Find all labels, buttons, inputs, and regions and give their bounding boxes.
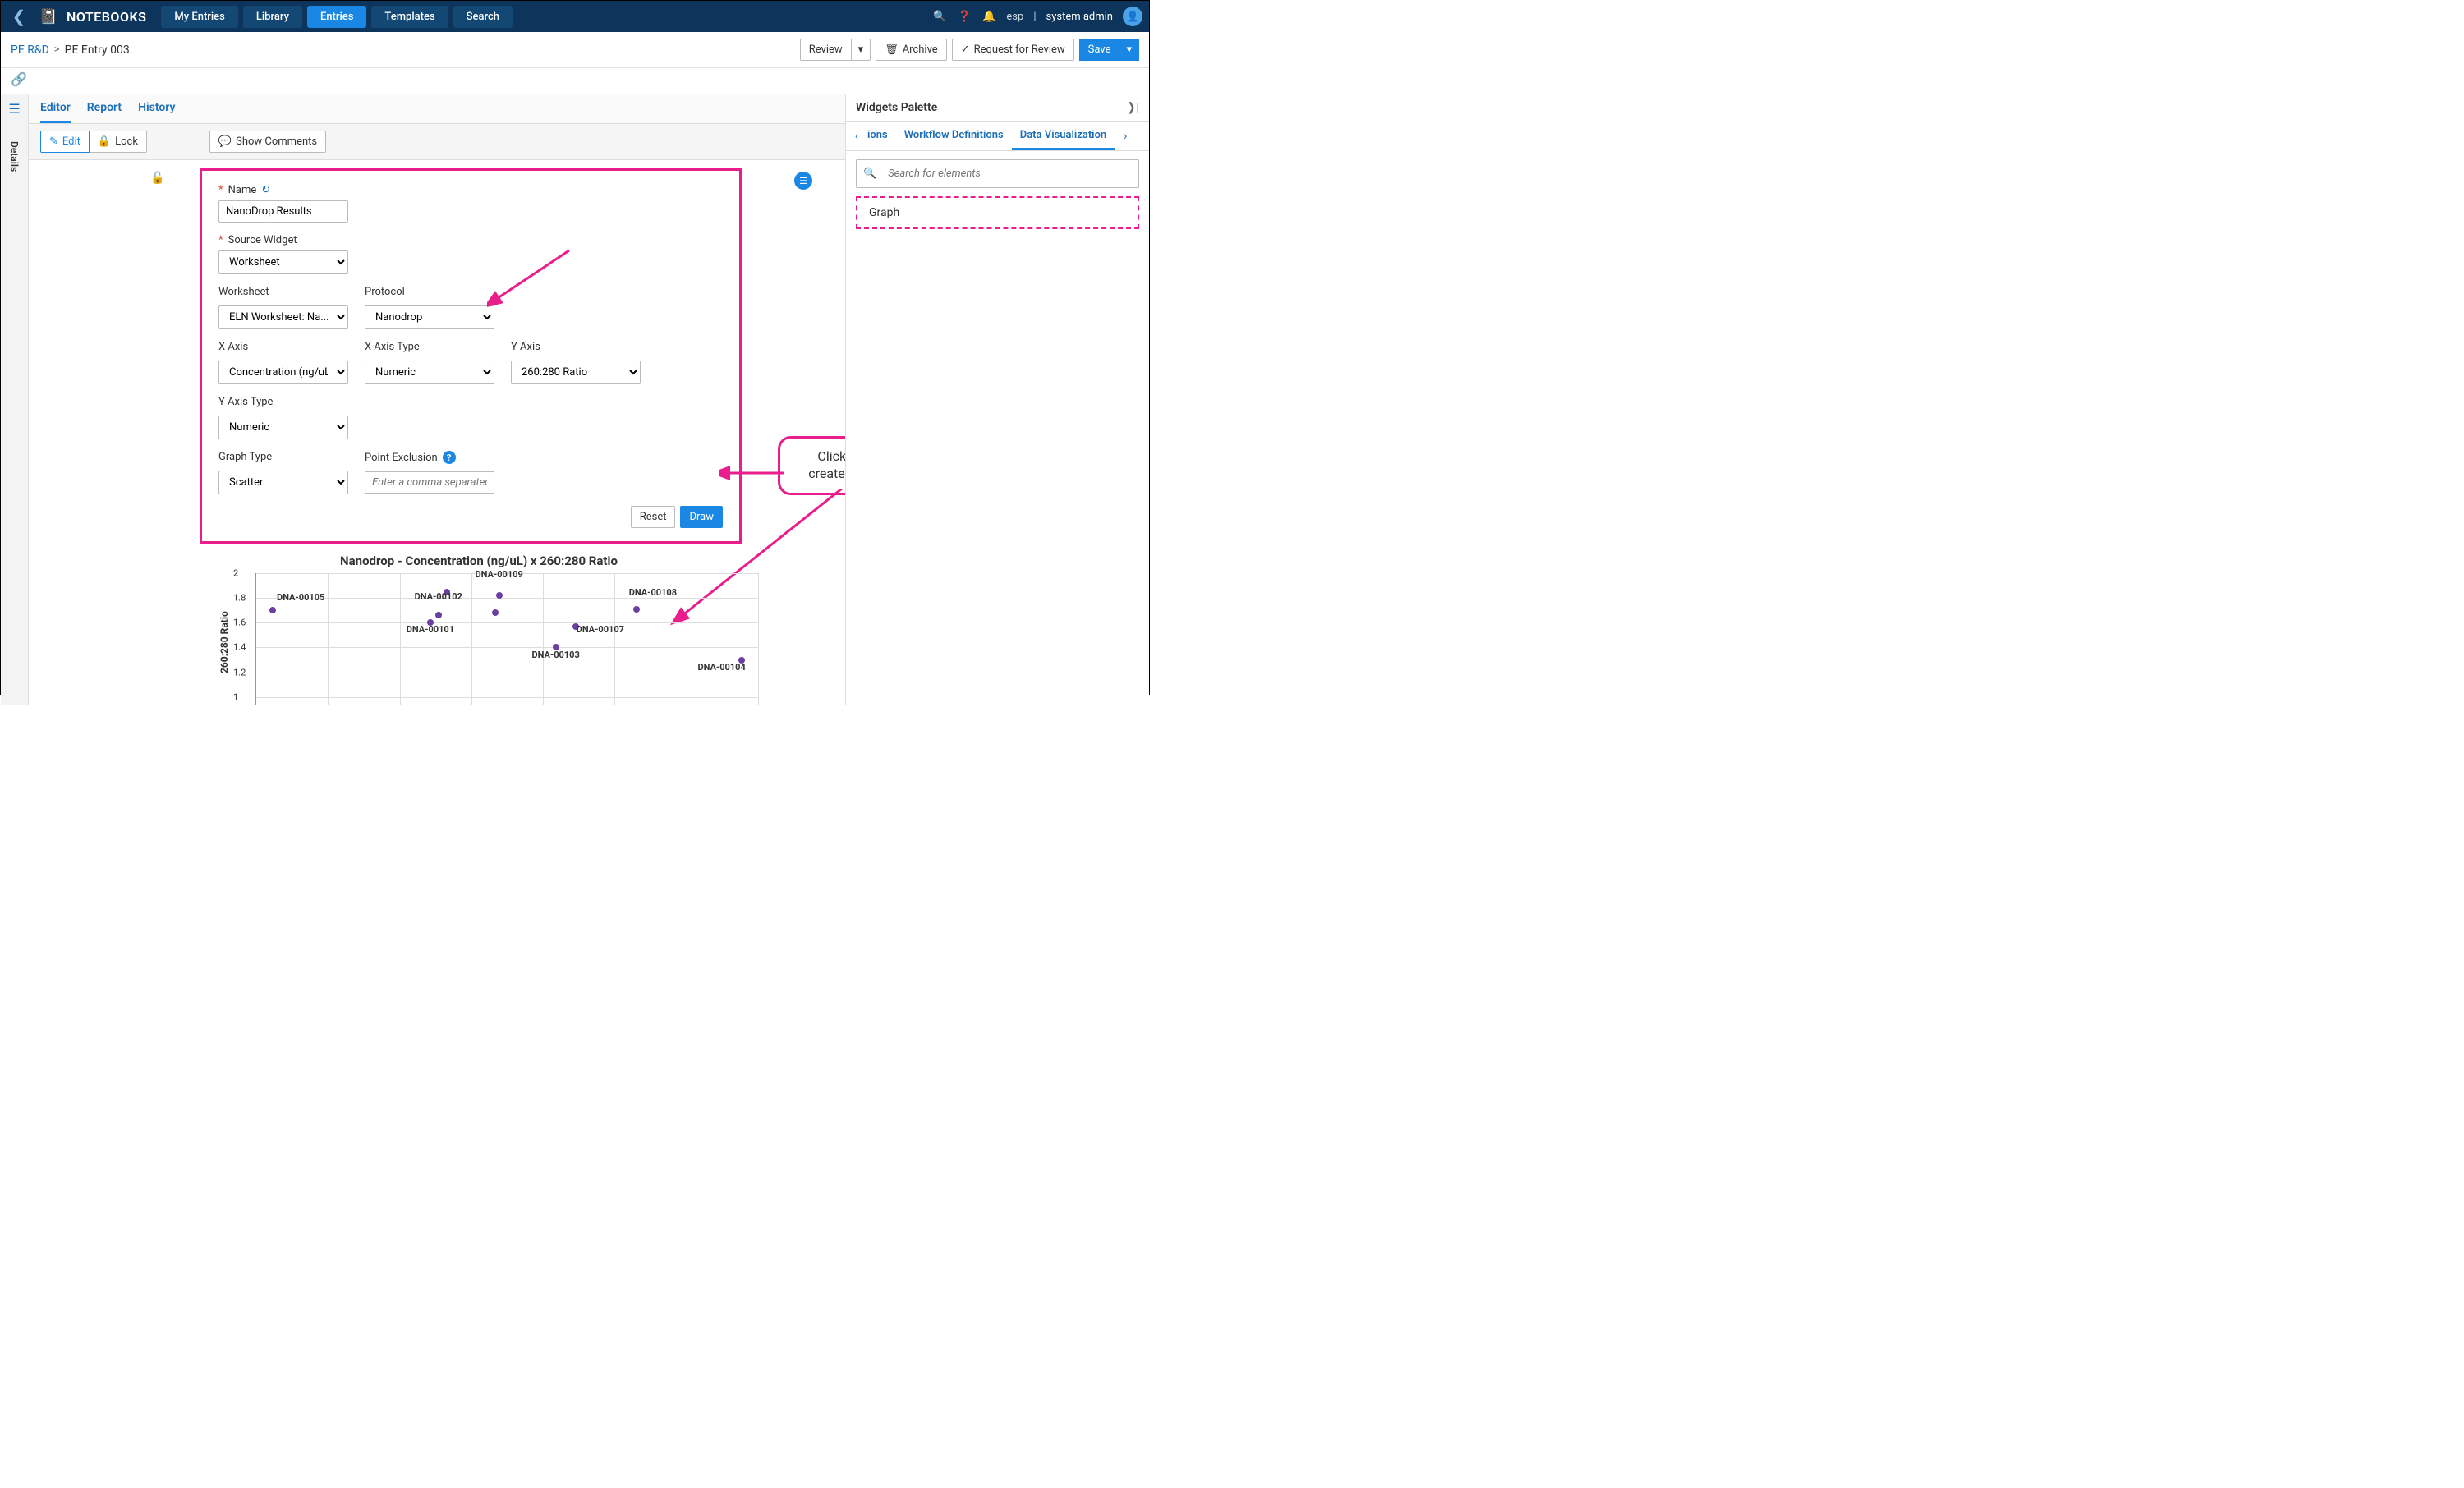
breadcrumb-current: PE Entry 003 [65, 44, 130, 57]
request-review-button[interactable]: ✓Request for Review [952, 39, 1074, 61]
breadcrumb-parent[interactable]: PE R&D [11, 44, 49, 57]
widgets-palette-panel: Widgets Palette ❭| ‹ ions Workflow Defini… [845, 94, 1149, 705]
unlock-icon: 🔓 [150, 172, 164, 185]
tab-report[interactable]: Report [87, 94, 122, 123]
review-caret[interactable]: ▾ [852, 39, 871, 61]
palette-title: Widgets Palette [856, 101, 937, 114]
editor-toolbar: ✎Edit 🔒Lock 💬Show Comments [29, 124, 845, 160]
worksheet-select[interactable]: ELN Worksheet: Na... [218, 305, 348, 329]
point-label: DNA-00102 [415, 591, 462, 602]
scroll-right-icon[interactable]: › [1115, 130, 1136, 143]
reset-button[interactable]: Reset [631, 506, 676, 528]
point-label: DNA-00104 [697, 662, 745, 673]
chart-ylabel: 260:280 Ratio [218, 611, 230, 673]
scatter-point[interactable] [496, 592, 503, 599]
chart-area: Nanodrop - Concentration (ng/uL) x 260:2… [200, 553, 758, 705]
link-icon[interactable]: 🔗 [11, 71, 27, 87]
name-label: Name [228, 184, 257, 196]
help-icon[interactable]: ❓ [957, 9, 972, 24]
nav-entries[interactable]: Entries [307, 6, 366, 28]
refresh-icon[interactable]: ↻ [261, 184, 270, 196]
top-nav: My Entries Library Entries Templates Sea… [161, 6, 513, 28]
point-exclusion-input[interactable] [365, 471, 494, 494]
graph-type-select[interactable]: Scatter [218, 471, 348, 494]
chart-title: Nanodrop - Concentration (ng/uL) x 260:2… [200, 553, 758, 568]
breadcrumb-bar: PE R&D > PE Entry 003 Review ▾ 🗑Archive … [1, 32, 1149, 68]
details-sidebar: ☰ Details [1, 94, 29, 705]
callout-click-draw: Click Draw to create the graph [778, 436, 845, 495]
brand-title: NOTEBOOKS [67, 9, 146, 25]
tab-history[interactable]: History [138, 94, 175, 123]
org-label: esp [1006, 11, 1023, 23]
nav-my-entries[interactable]: My Entries [161, 6, 237, 28]
save-button[interactable]: Save [1079, 39, 1120, 61]
notebook-icon: 📓 [37, 5, 60, 28]
scatter-point[interactable] [435, 612, 442, 618]
palette-tab-trunc[interactable]: ions [867, 122, 896, 150]
yaxis-type-select[interactable]: Numeric [218, 416, 348, 439]
palette-tab-dataviz[interactable]: Data Visualization [1012, 122, 1115, 150]
graph-widget-item[interactable]: Graph [856, 196, 1139, 229]
scatter-point[interactable] [492, 609, 499, 616]
nav-library[interactable]: Library [243, 6, 302, 28]
yaxis-type-label: Y Axis Type [218, 396, 348, 408]
edit-button[interactable]: ✎Edit [40, 131, 90, 153]
point-label: DNA-00108 [629, 587, 677, 598]
xaxis-select[interactable]: Concentration (ng/uL) [218, 361, 348, 384]
name-input[interactable] [218, 200, 348, 223]
tab-editor[interactable]: Editor [40, 94, 71, 123]
nav-search[interactable]: Search [453, 6, 513, 28]
source-widget-label: Source Widget [228, 234, 297, 246]
details-label[interactable]: Details [9, 141, 21, 172]
save-caret[interactable]: ▾ [1119, 39, 1139, 61]
scatter-point[interactable] [269, 607, 276, 613]
nav-templates[interactable]: Templates [371, 6, 448, 28]
protocol-select[interactable]: Nanodrop [365, 305, 494, 329]
show-comments-button[interactable]: 💬Show Comments [209, 131, 326, 153]
palette-search-input[interactable] [881, 163, 1132, 184]
widget-menu-button[interactable]: ☰ [794, 172, 812, 190]
graph-type-label: Graph Type [218, 451, 348, 463]
source-widget-select[interactable]: Worksheet [218, 250, 348, 274]
palette-search[interactable]: 🔍 [856, 159, 1139, 188]
scatter-point[interactable] [633, 606, 640, 613]
archive-button[interactable]: 🗑Archive [876, 39, 947, 61]
graph-config-panel: *Name↻ *Source Widget Worksheet Workshee… [200, 168, 742, 544]
protocol-label: Protocol [365, 286, 494, 298]
scatter-plot: 0.811.21.41.61.82DNA-00105DNA-00101DNA-0… [255, 573, 758, 705]
top-bar: ❮ 📓 NOTEBOOKS My Entries Library Entries… [1, 1, 1149, 32]
point-label: DNA-00101 [407, 624, 454, 635]
xaxis-type-label: X Axis Type [365, 341, 494, 353]
scroll-left-icon[interactable]: ‹ [846, 130, 867, 143]
point-label: DNA-00105 [277, 592, 324, 603]
palette-tab-workflow[interactable]: Workflow Definitions [896, 122, 1012, 150]
back-button[interactable]: ❮ [7, 5, 30, 28]
archive-icon: 🗑 [885, 44, 899, 56]
check-icon: ✓ [961, 44, 970, 56]
lock-button[interactable]: 🔒Lock [90, 131, 147, 153]
bell-icon[interactable]: 🔔 [981, 9, 996, 24]
yaxis-select[interactable]: 260:280 Ratio [511, 361, 641, 384]
search-icon[interactable]: 🔍 [932, 9, 947, 24]
user-name: system admin [1046, 11, 1114, 23]
help-icon[interactable]: ? [443, 451, 456, 464]
search-icon: 🔍 [863, 168, 876, 180]
point-exclusion-label: Point Exclusion [365, 452, 438, 464]
point-label: DNA-00109 [475, 569, 522, 580]
point-label: DNA-00103 [531, 650, 579, 660]
worksheet-label: Worksheet [218, 286, 348, 298]
xaxis-type-select[interactable]: Numeric [365, 361, 494, 384]
collapse-icon[interactable]: ❭| [1127, 101, 1139, 114]
menu-icon[interactable]: ☰ [8, 101, 20, 117]
draw-button[interactable]: Draw [680, 506, 723, 528]
review-button[interactable]: Review [800, 39, 852, 61]
point-label: DNA-00107 [577, 624, 624, 635]
avatar[interactable]: 👤 [1123, 7, 1142, 26]
pencil-icon: ✎ [49, 135, 58, 148]
yaxis-label: Y Axis [511, 341, 641, 353]
lock-icon: 🔒 [98, 135, 111, 148]
comment-icon: 💬 [218, 135, 232, 148]
xaxis-label: X Axis [218, 341, 348, 353]
editor-tabs: Editor Report History [29, 94, 845, 124]
